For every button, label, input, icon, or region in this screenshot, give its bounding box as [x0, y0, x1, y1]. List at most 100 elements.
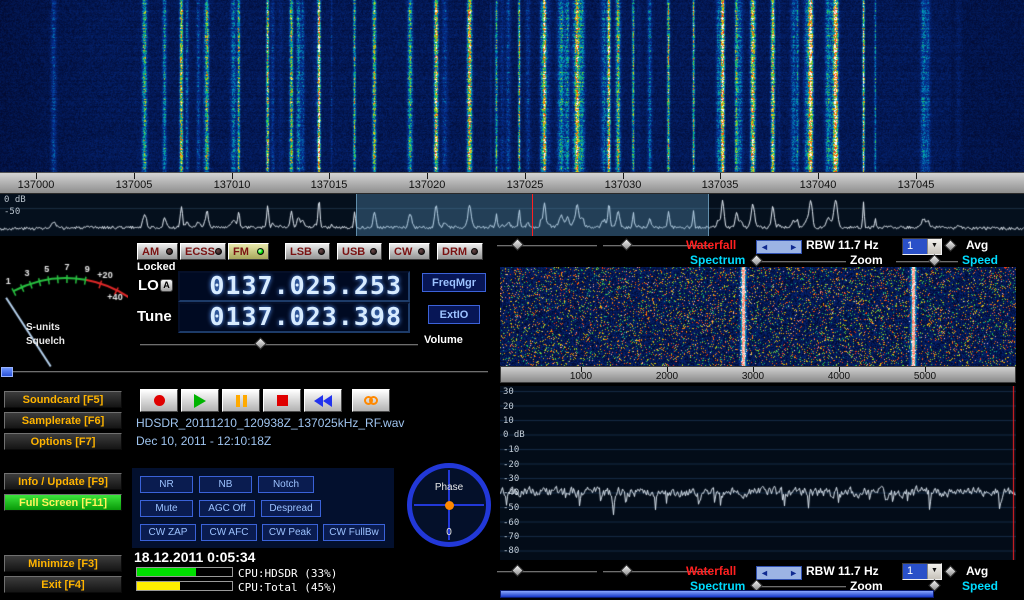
mode-button-cw[interactable]: CW [389, 243, 430, 260]
frequency-ruler[interactable]: 137000 137005 137010 137015 137020 13702… [0, 172, 1024, 194]
mode-label: LSB [290, 246, 312, 258]
lock-badge[interactable]: A [160, 279, 173, 292]
mode-button-fm[interactable]: FM [228, 243, 269, 260]
scroll-left-icon[interactable]: ◄ [757, 241, 772, 253]
extio-button[interactable]: ExtIO [428, 305, 480, 324]
cpu-hdsdr-bar-fill [137, 568, 196, 576]
speed-label: Speed [962, 253, 998, 267]
speed-slider-track[interactable] [896, 261, 958, 263]
ruler-label: 137045 [898, 179, 935, 191]
bottom-waterfall-label[interactable]: Waterfall [686, 564, 736, 578]
notch-button[interactable]: Notch [258, 476, 314, 493]
main-waterfall[interactable] [0, 0, 1024, 172]
zoom-spectrum-trace[interactable] [500, 386, 1016, 560]
bottom-avg-label: Avg [966, 564, 988, 578]
play-button[interactable] [181, 389, 219, 412]
minimize-button[interactable]: Minimize [F3] [4, 555, 122, 572]
zoom-scale[interactable]: 1000 2000 3000 4000 5000 [500, 366, 1016, 383]
loop-icon [364, 396, 378, 405]
soundcard-button[interactable]: Soundcard [F5] [4, 391, 122, 408]
avg-label: Avg [966, 238, 988, 252]
bottom-avg-slider-handle[interactable] [944, 565, 957, 578]
mode-button-lsb[interactable]: LSB [285, 243, 330, 260]
led-icon [471, 248, 478, 255]
cw-zap-button[interactable]: CW ZAP [140, 524, 196, 541]
cw-fullbw-button[interactable]: CW FullBw [323, 524, 385, 541]
bottom-avg-combobox[interactable]: 1 ▼ [902, 563, 942, 580]
info-update-button[interactable]: Info / Update [F9] [4, 473, 122, 490]
header-slider-b-handle[interactable] [620, 238, 633, 251]
phase-indicator[interactable]: Phase 0 [407, 463, 491, 547]
bottom-waterfall-scroll[interactable]: ◄ ► [756, 566, 802, 580]
squelch-slider-track[interactable] [2, 371, 488, 373]
nb-button[interactable]: NB [199, 476, 252, 493]
tune-label: Tune [137, 308, 172, 325]
cw-afc-button[interactable]: CW AFC [201, 524, 257, 541]
zoom-slider-handle[interactable] [750, 254, 763, 267]
led-icon [215, 248, 222, 255]
fullscreen-button[interactable]: Full Screen [F11] [4, 494, 122, 511]
db-zero-label: 0 dB [4, 195, 26, 205]
scroll-right-icon[interactable]: ► [786, 241, 801, 253]
mode-button-drm[interactable]: DRM [437, 243, 483, 260]
dropdown-arrow-icon[interactable]: ▼ [927, 564, 941, 579]
lo-label: LO [138, 277, 159, 294]
led-icon [370, 248, 377, 255]
waterfall-label[interactable]: Waterfall [686, 238, 736, 252]
squelch-label[interactable]: Squelch [26, 336, 65, 347]
db-label: -10 [503, 445, 519, 455]
exit-button[interactable]: Exit [F4] [4, 576, 122, 593]
waterfall-scroll[interactable]: ◄ ► [756, 240, 802, 254]
lo-frequency-display[interactable]: 0137.025.253 [178, 271, 410, 302]
despread-button[interactable]: Despread [261, 500, 321, 517]
mode-button-ecss[interactable]: ECSS [180, 243, 226, 260]
stop-button[interactable] [263, 389, 301, 412]
tune-frequency-display[interactable]: 0137.023.398 [178, 302, 410, 333]
mode-label: DRM [442, 246, 467, 258]
scale-label: 1000 [570, 371, 592, 382]
record-button[interactable] [140, 389, 178, 412]
options-button[interactable]: Options [F7] [4, 433, 122, 450]
volume-slider-track[interactable] [140, 344, 418, 346]
zoom-spectrum-panel[interactable]: 30 20 10 0 dB -10 -20 -30 -40 -50 -60 -7… [500, 386, 1016, 560]
bottom-slider-b-handle[interactable] [620, 564, 633, 577]
avg-slider-handle[interactable] [944, 239, 957, 252]
pause-button[interactable] [222, 389, 260, 412]
cpu-hdsdr-label: CPU:HDSDR (33%) [238, 567, 337, 580]
zoom-slider-track[interactable] [754, 261, 846, 263]
playback-position-bar[interactable] [500, 590, 934, 598]
rewind-button[interactable] [304, 389, 342, 412]
db-label: 0 dB [503, 430, 525, 440]
s-units-label: S-units [26, 322, 60, 333]
db-label: 20 [503, 402, 514, 412]
nr-button[interactable]: NR [140, 476, 193, 493]
header-slider-a-handle[interactable] [511, 238, 524, 251]
avg-combobox[interactable]: 1 ▼ [902, 238, 942, 255]
clock-label: 18.12.2011 0:05:34 [134, 549, 255, 565]
scroll-left-icon[interactable]: ◄ [757, 567, 772, 579]
rewind-icon [314, 395, 332, 407]
dropdown-arrow-icon[interactable]: ▼ [927, 239, 941, 254]
main-spectrum-panel[interactable]: 0 dB -50 [0, 194, 1024, 236]
db-minus50-label: -50 [4, 207, 20, 217]
mode-button-am[interactable]: AM [137, 243, 178, 260]
bottom-slider-a-handle[interactable] [511, 564, 524, 577]
squelch-slider-handle[interactable] [1, 367, 13, 377]
mute-button[interactable]: Mute [140, 500, 193, 517]
freqmgr-button[interactable]: FreqMgr [422, 273, 486, 292]
file-name: HDSDR_20111210_120938Z_137025kHz_RF.wav [136, 416, 404, 430]
agc-off-button[interactable]: AGC Off [199, 500, 255, 517]
mode-label: USB [342, 246, 365, 258]
speed-slider-handle[interactable] [928, 254, 941, 267]
samplerate-button[interactable]: Samplerate [F6] [4, 412, 122, 429]
scroll-right-icon[interactable]: ► [786, 567, 801, 579]
bottom-zoom-slider-track[interactable] [754, 586, 846, 588]
cw-peak-button[interactable]: CW Peak [262, 524, 318, 541]
zoom-waterfall[interactable] [500, 267, 1016, 366]
mode-button-usb[interactable]: USB [337, 243, 382, 260]
db-label: -70 [503, 532, 519, 542]
volume-slider-handle[interactable] [254, 337, 267, 350]
spectrum-label[interactable]: Spectrum [690, 253, 745, 267]
s-meter[interactable] [2, 240, 128, 372]
loop-button[interactable] [352, 389, 390, 412]
